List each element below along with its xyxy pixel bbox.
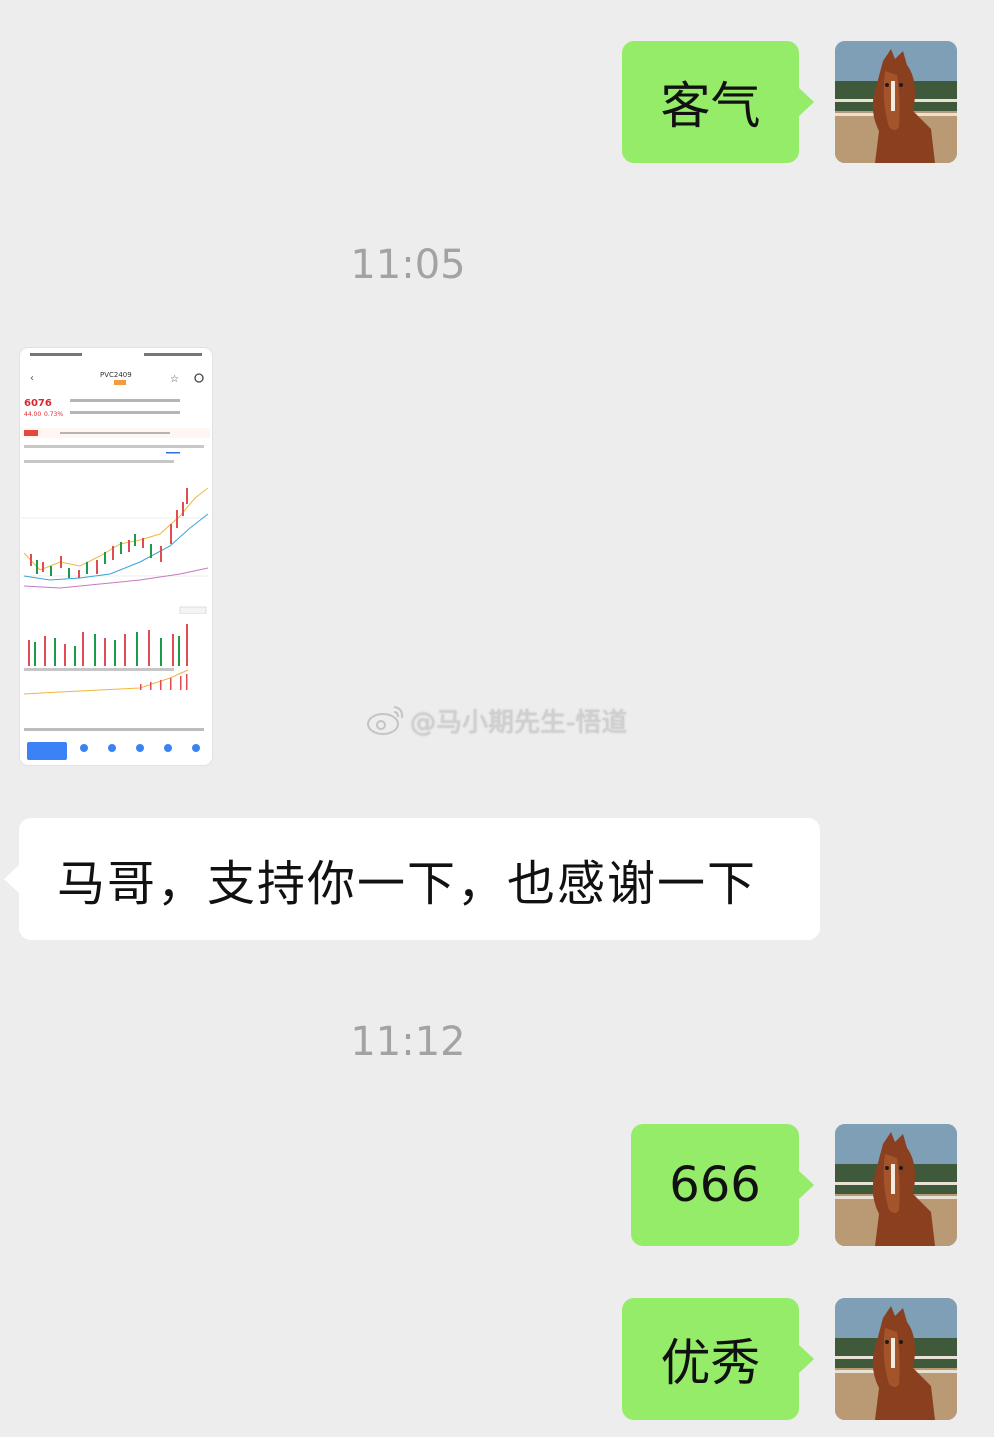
message-text: 客气 xyxy=(660,77,761,135)
ticker-label: PVC2409 xyxy=(100,371,132,379)
user-avatar[interactable] xyxy=(835,1124,957,1246)
outgoing-message-bubble[interactable]: 666 xyxy=(631,1124,814,1246)
last-price: 6076 xyxy=(24,398,52,409)
message-text: 马哥，支持你一下，也感谢一下 xyxy=(57,856,758,912)
watermark: @马小期先生-悟道 xyxy=(366,700,627,740)
timestamp: 11:05 xyxy=(350,242,466,288)
price-change-pct: 0.73% xyxy=(44,411,63,418)
outgoing-message-bubble[interactable]: 优秀 xyxy=(622,1298,814,1420)
watermark-text: @马小期先生-悟道 xyxy=(410,707,628,738)
price-change: 44.00 xyxy=(24,411,41,418)
incoming-message-bubble[interactable]: 马哥，支持你一下，也感谢一下 xyxy=(4,818,820,940)
svg-text:‹: ‹ xyxy=(30,373,34,384)
user-avatar[interactable] xyxy=(835,1298,957,1420)
chat-window: 客气 11:05 ‹ PVC2409 ☆ 6076 44.00 0.73% @马… xyxy=(0,0,994,1437)
svg-text:☆: ☆ xyxy=(170,374,179,385)
weibo-icon xyxy=(367,706,404,735)
timestamp: 11:12 xyxy=(350,1019,466,1065)
message-text: 666 xyxy=(669,1157,761,1213)
user-avatar[interactable] xyxy=(835,41,957,163)
outgoing-message-bubble[interactable]: 客气 xyxy=(622,41,814,163)
image-message-thumbnail[interactable]: ‹ PVC2409 ☆ 6076 44.00 0.73% xyxy=(20,348,212,765)
message-text: 优秀 xyxy=(660,1334,761,1392)
